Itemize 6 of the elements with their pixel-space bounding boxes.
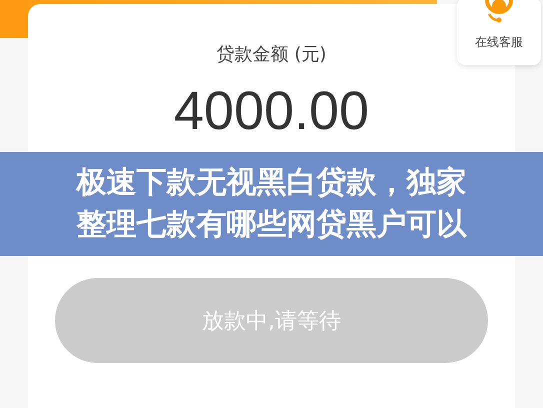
banner-title-line: 极速下款无视黑白贷款，独家	[76, 164, 466, 202]
loan-amount: 4000.00	[174, 80, 370, 142]
banner-title-line: 整理七款有哪些网贷黑户可以	[76, 206, 466, 244]
customer-service-label: 在线客服	[475, 34, 523, 51]
customer-service-button[interactable]: 在线客服	[457, 0, 541, 65]
amount-label: 贷款金额 (元)	[216, 43, 326, 66]
